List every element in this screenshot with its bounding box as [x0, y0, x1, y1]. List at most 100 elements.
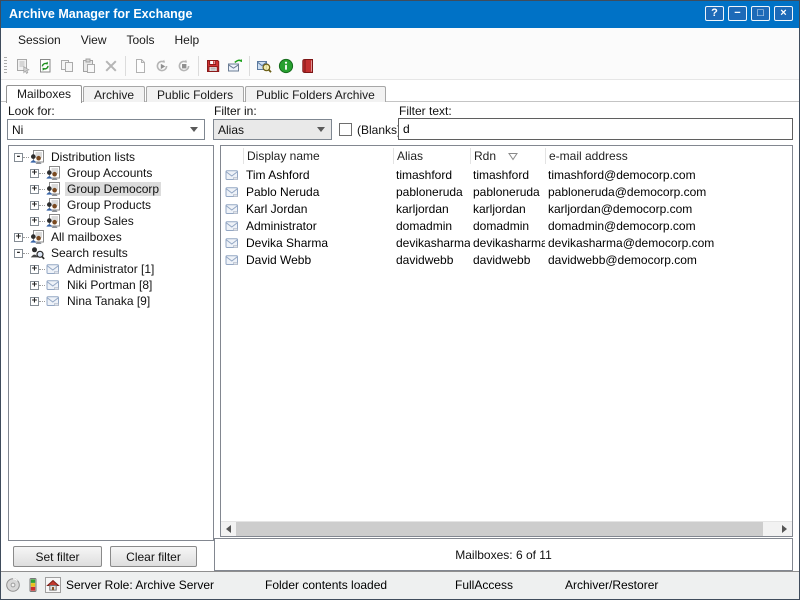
look-for-combobox[interactable]: Ni	[7, 119, 205, 140]
horizontal-scrollbar[interactable]	[221, 521, 792, 536]
send-mail-button[interactable]	[224, 55, 246, 77]
tree-item-administrator-1[interactable]: + Administrator [1]	[9, 261, 213, 277]
properties-button	[12, 55, 34, 77]
cell: karljordan@democorp.com	[545, 202, 792, 216]
tree-item-label: Search results	[49, 246, 130, 260]
menu-session[interactable]: Session	[8, 28, 71, 52]
table-row-karl-jordan[interactable]: Karl Jordankarljordankarljordankarljorda…	[221, 200, 792, 217]
filter-text-input[interactable]	[398, 118, 793, 140]
minimize-button[interactable]: −	[728, 6, 747, 21]
cell: davidwebb@democorp.com	[545, 253, 792, 267]
expand-icon[interactable]: +	[30, 217, 39, 226]
scroll-right-button[interactable]	[777, 522, 792, 536]
refresh-button[interactable]	[34, 55, 56, 77]
tab-strip: MailboxesArchivePublic FoldersPublic Fol…	[6, 84, 387, 102]
tree-item-distribution-lists[interactable]: -Distribution lists	[9, 149, 213, 165]
tree-item-search-results[interactable]: - Search results	[9, 245, 213, 261]
expand-icon[interactable]: +	[30, 297, 39, 306]
status-bar: Server Role: Archive Server Folder conte…	[0, 572, 800, 599]
table-row-pablo-neruda[interactable]: Pablo Nerudapablonerudapablonerudapablon…	[221, 183, 792, 200]
look-for-value: Ni	[8, 123, 190, 137]
menu-view[interactable]: View	[71, 28, 117, 52]
table-row-tim-ashford[interactable]: Tim Ashfordtimashfordtimashfordtimashfor…	[221, 166, 792, 183]
expand-icon[interactable]: +	[30, 265, 39, 274]
paste-icon	[81, 58, 97, 74]
column-header-label: e-mail address	[549, 149, 628, 163]
expand-icon[interactable]: +	[30, 185, 39, 194]
window-controls: ?−□ ×	[705, 6, 793, 21]
tab-public-folders-archive[interactable]: Public Folders Archive	[245, 86, 386, 102]
menu-help[interactable]: Help	[165, 28, 210, 52]
column-header-display-name[interactable]: Display name	[243, 148, 393, 164]
toolbar-grip-handle[interactable]	[4, 57, 7, 75]
disc-icon	[5, 577, 22, 594]
find-mailbox-button[interactable]	[253, 55, 275, 77]
tree-item-group-products[interactable]: +Group Products	[9, 197, 213, 213]
cell: karljordan	[470, 202, 545, 216]
tab-public-folders[interactable]: Public Folders	[146, 86, 244, 102]
role-text: Archiver/Restorer	[565, 578, 658, 592]
mailbox-icon	[221, 166, 243, 183]
cell: devikasharma	[393, 236, 470, 250]
battery-icon	[25, 577, 42, 594]
tree-item-label: All mailboxes	[49, 230, 124, 244]
folder-status-text: Folder contents loaded	[265, 578, 387, 592]
title-bar: Archive Manager for Exchange ?−□×	[0, 0, 800, 28]
mailbox-icon	[221, 234, 243, 251]
mailbox-icon	[45, 293, 62, 309]
collapse-icon[interactable]: -	[14, 153, 23, 162]
tab-mailboxes[interactable]: Mailboxes	[6, 85, 82, 103]
access-text: FullAccess	[455, 578, 513, 592]
set-filter-label: Set filter	[35, 550, 79, 564]
cell: devikasharma@democorp.com	[545, 236, 792, 250]
group-icon	[45, 181, 62, 197]
column-header-label: Rdn	[474, 149, 496, 163]
table-row-devika-sharma[interactable]: Devika Sharmadevikasharmadevikasharmadev…	[221, 234, 792, 251]
maximize-button[interactable]: □	[751, 6, 770, 21]
tree-item-group-sales[interactable]: + Group Sales	[9, 213, 213, 229]
manual-button[interactable]	[297, 55, 319, 77]
tree-item-all-mailboxes[interactable]: + All mailboxes	[9, 229, 213, 245]
column-header-rdn[interactable]: Rdn	[470, 148, 545, 164]
close-button[interactable]: ×	[774, 6, 793, 21]
start-task-button	[151, 55, 173, 77]
tree-item-niki-portman-8[interactable]: +Niki Portman [8]	[9, 277, 213, 293]
table-row-david-webb[interactable]: David Webbdavidwebbdavidwebbdavidwebb@de…	[221, 251, 792, 268]
tab-archive[interactable]: Archive	[83, 86, 145, 102]
expand-icon[interactable]: +	[30, 169, 39, 178]
collapse-icon[interactable]: -	[14, 249, 23, 258]
set-filter-button[interactable]: Set filter	[13, 546, 102, 567]
info-button[interactable]	[275, 55, 297, 77]
cell: Pablo Neruda	[243, 185, 393, 199]
mailbox-count-bar: Mailboxes: 6 of 11	[214, 538, 793, 571]
cell: timashford	[393, 168, 470, 182]
scroll-left-button[interactable]	[221, 522, 236, 536]
menu-tools[interactable]: Tools	[117, 28, 165, 52]
save-button[interactable]	[202, 55, 224, 77]
scroll-right-icon	[782, 525, 787, 533]
table-row-administrator[interactable]: Administratordomadmindomadmindomadmin@de…	[221, 217, 792, 234]
filter-in-label: Filter in:	[214, 104, 257, 118]
filter-in-value: Alias	[214, 123, 317, 137]
tree-item-group-democorp[interactable]: +Group Democorp	[9, 181, 213, 197]
column-header-alias[interactable]: Alias	[393, 148, 470, 164]
group-icon	[45, 197, 62, 213]
expand-icon[interactable]: +	[14, 233, 23, 242]
tree-item-nina-tanaka-9[interactable]: +Nina Tanaka [9]	[9, 293, 213, 309]
filter-in-combobox[interactable]: Alias	[213, 119, 332, 140]
column-header-e-mail-address[interactable]: e-mail address	[545, 148, 792, 164]
tree-item-label: Group Sales	[65, 214, 136, 228]
info-icon	[278, 58, 294, 74]
delete-button	[100, 55, 122, 77]
scrollbar-thumb[interactable]	[236, 522, 763, 536]
tree-item-group-accounts[interactable]: + Group Accounts	[9, 165, 213, 181]
tree-item-label: Administrator [1]	[65, 262, 156, 276]
expand-icon[interactable]: +	[30, 281, 39, 290]
expand-icon[interactable]: +	[30, 201, 39, 210]
cell: domadmin	[393, 219, 470, 233]
tree-item-label: Group Accounts	[65, 166, 154, 180]
help-button[interactable]: ?	[705, 6, 724, 21]
blanks-checkbox[interactable]	[339, 123, 352, 136]
clear-filter-button[interactable]: Clear filter	[110, 546, 197, 567]
cell: domadmin@democorp.com	[545, 219, 792, 233]
